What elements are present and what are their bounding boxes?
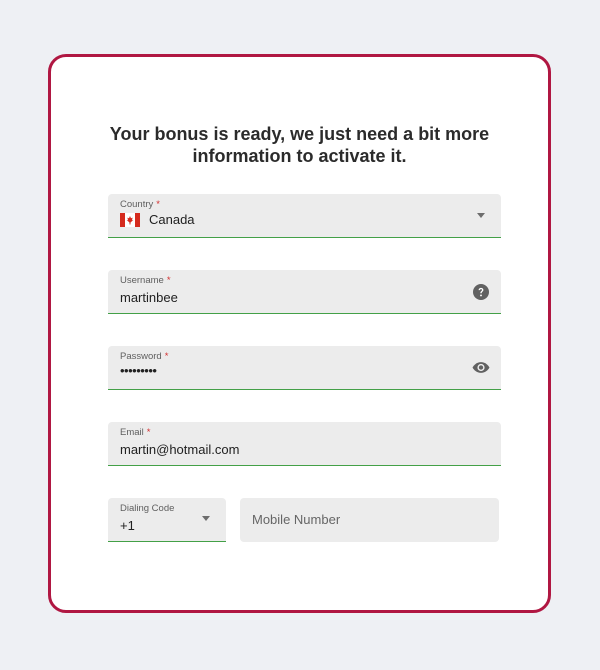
- password-label: Password *: [120, 351, 169, 362]
- email-field[interactable]: Email * martin@hotmail.com: [108, 422, 501, 466]
- username-value: martinbee: [120, 290, 178, 305]
- country-value: Canada: [149, 212, 195, 227]
- required-mark: *: [146, 427, 151, 438]
- eye-icon[interactable]: [472, 361, 490, 374]
- canada-flag-icon: [120, 213, 140, 227]
- dialing-code-select[interactable]: Dialing Code +1: [108, 498, 226, 542]
- country-select[interactable]: Country * Canada: [108, 194, 501, 238]
- dialing-code-label: Dialing Code: [120, 503, 175, 514]
- country-label: Country *: [120, 199, 160, 210]
- dialing-code-value: +1: [120, 518, 135, 533]
- form-heading: Your bonus is ready, we just need a bit …: [51, 123, 548, 167]
- email-value: martin@hotmail.com: [120, 442, 240, 457]
- question-circle-icon[interactable]: [473, 284, 489, 300]
- signup-card: Your bonus is ready, we just need a bit …: [48, 54, 551, 613]
- chevron-down-icon[interactable]: [477, 213, 485, 218]
- required-mark: *: [156, 199, 160, 210]
- mobile-number-placeholder: Mobile Number: [252, 512, 341, 527]
- required-mark: *: [164, 351, 169, 362]
- heading-line-2: information to activate it.: [192, 146, 407, 166]
- email-label: Email *: [120, 427, 151, 438]
- required-mark: *: [166, 275, 171, 286]
- chevron-down-icon[interactable]: [202, 516, 210, 521]
- password-field[interactable]: Password * •••••••••: [108, 346, 501, 390]
- heading-line-1: Your bonus is ready, we just need a bit …: [109, 124, 490, 144]
- mobile-number-field[interactable]: Mobile Number: [240, 498, 499, 542]
- username-field[interactable]: Username * martinbee: [108, 270, 501, 314]
- password-value: •••••••••: [120, 363, 157, 378]
- username-label: Username *: [120, 275, 171, 286]
